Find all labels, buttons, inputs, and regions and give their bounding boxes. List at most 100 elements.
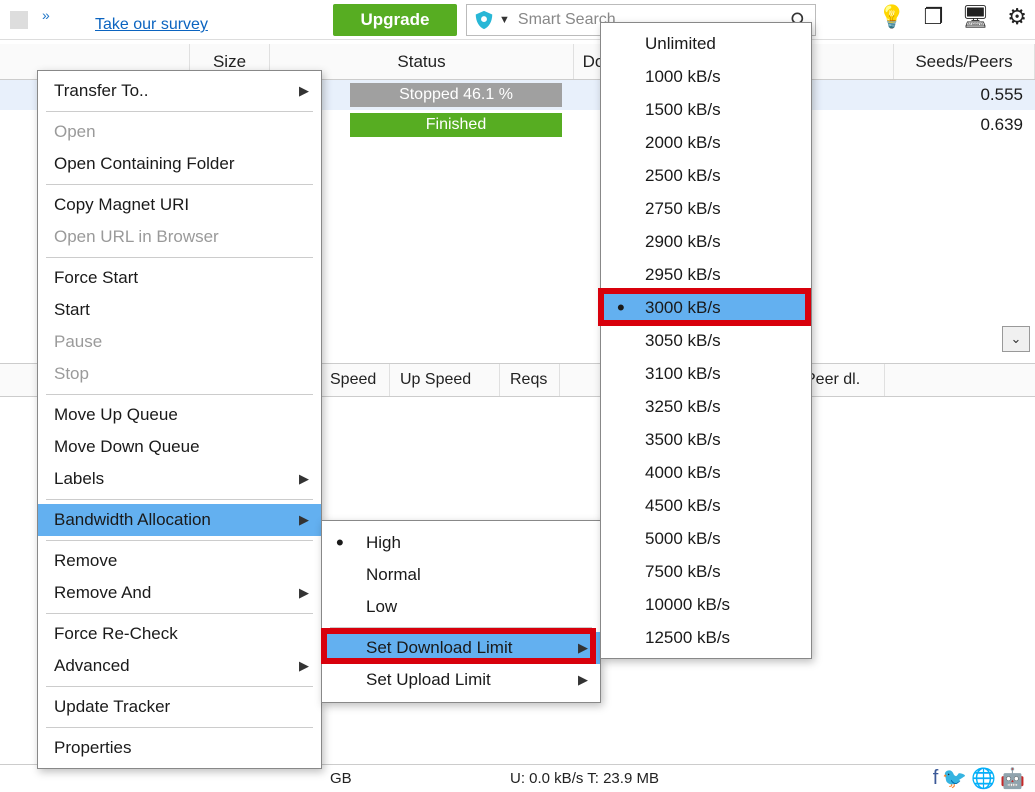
speed-option-label: 3100 kB/s — [645, 364, 721, 384]
menu-force-recheck[interactable]: Force Re-Check — [38, 618, 321, 650]
separator — [46, 111, 313, 112]
menu-properties[interactable]: Properties — [38, 732, 321, 764]
col-seeds[interactable]: Seeds/Peers — [894, 44, 1035, 79]
dropdown-caret-icon[interactable]: ▼ — [499, 14, 510, 26]
menu-speed-option[interactable]: 3050 kB/s — [601, 324, 811, 357]
menu-stop: Stop — [38, 358, 321, 390]
bulb-icon[interactable]: 💡 — [878, 6, 905, 28]
chevron-right-icon: ▶ — [578, 640, 588, 656]
menu-speed-option[interactable]: 4000 kB/s — [601, 456, 811, 489]
speed-option-label: 3000 kB/s — [645, 298, 721, 318]
seeds-value: 0.555 — [980, 85, 1023, 105]
menu-speed-option[interactable]: 2750 kB/s — [601, 192, 811, 225]
chevron-right-icon: ▶ — [578, 672, 588, 688]
menu-set-download-limit[interactable]: Set Download Limit▶ — [322, 632, 600, 664]
bandwidth-submenu: •High Normal Low Set Download Limit▶ Set… — [321, 520, 601, 703]
chevron-right-icon: ▶ — [299, 585, 309, 601]
menu-open-containing[interactable]: Open Containing Folder — [38, 148, 321, 180]
menu-speed-option[interactable]: 12500 kB/s — [601, 621, 811, 654]
menu-remove-and[interactable]: Remove And▶ — [38, 577, 321, 609]
app-icon — [10, 11, 28, 29]
speed-option-label: 2500 kB/s — [645, 166, 721, 186]
menu-low[interactable]: Low — [322, 591, 600, 623]
menu-move-up[interactable]: Move Up Queue — [38, 399, 321, 431]
menu-speed-option[interactable]: 3500 kB/s — [601, 423, 811, 456]
chat-icon[interactable]: ❐ — [924, 6, 944, 28]
menu-speed-option[interactable]: 2500 kB/s — [601, 159, 811, 192]
speed-option-label: 4000 kB/s — [645, 463, 721, 483]
menu-bandwidth-allocation[interactable]: Bandwidth Allocation▶ — [38, 504, 321, 536]
menu-labels[interactable]: Labels▶ — [38, 463, 321, 495]
toolbar: » Take our survey Upgrade ▼ Smart Search… — [0, 0, 1035, 40]
status-badge: Finished — [350, 113, 562, 137]
menu-speed-option[interactable]: 2950 kB/s — [601, 258, 811, 291]
speed-option-label: 7500 kB/s — [645, 562, 721, 582]
menu-remove[interactable]: Remove — [38, 545, 321, 577]
menu-move-down[interactable]: Move Down Queue — [38, 431, 321, 463]
menu-speed-option[interactable]: 7500 kB/s — [601, 555, 811, 588]
separator — [330, 627, 592, 628]
menu-speed-option[interactable]: 1000 kB/s — [601, 60, 811, 93]
menu-force-start[interactable]: Force Start — [38, 262, 321, 294]
speed-option-label: 10000 kB/s — [645, 595, 730, 615]
chevron-right-icon: ▶ — [299, 512, 309, 528]
menu-speed-option[interactable]: 2000 kB/s — [601, 126, 811, 159]
separator — [46, 727, 313, 728]
separator — [46, 613, 313, 614]
android-icon[interactable]: 🤖 — [1000, 766, 1025, 791]
separator — [46, 257, 313, 258]
col-speed[interactable]: Speed — [320, 364, 390, 396]
speed-option-label: 3250 kB/s — [645, 397, 721, 417]
col-up-speed[interactable]: Up Speed — [390, 364, 500, 396]
menu-speed-option[interactable]: 1500 kB/s — [601, 93, 811, 126]
menu-speed-option[interactable]: 2900 kB/s — [601, 225, 811, 258]
menu-speed-option[interactable]: 5000 kB/s — [601, 522, 811, 555]
menu-speed-option[interactable]: Unlimited — [601, 27, 811, 60]
social-icons: f 🐦 🌐 🤖 — [933, 766, 1025, 791]
twitter-icon[interactable]: 🐦 — [942, 766, 967, 791]
menu-high[interactable]: •High — [322, 527, 600, 559]
menu-advanced[interactable]: Advanced▶ — [38, 650, 321, 682]
status-gb: GB — [330, 770, 352, 787]
menu-speed-option[interactable]: 10000 kB/s — [601, 588, 811, 621]
speed-option-label: 2950 kB/s — [645, 265, 721, 285]
status-upload: U: 0.0 kB/s T: 23.9 MB — [510, 770, 659, 787]
globe-icon[interactable]: 🌐 — [971, 766, 996, 791]
seeds-value: 0.639 — [980, 115, 1023, 135]
expand-button[interactable]: ⌄ — [1002, 326, 1030, 352]
menu-copy-magnet[interactable]: Copy Magnet URI — [38, 189, 321, 221]
status-badge: Stopped 46.1 % — [350, 83, 562, 107]
speed-option-label: 3050 kB/s — [645, 331, 721, 351]
menu-speed-option[interactable]: •3000 kB/s — [601, 291, 811, 324]
speed-option-label: 1500 kB/s — [645, 100, 721, 120]
menu-transfer-to[interactable]: Transfer To..▶ — [38, 75, 321, 107]
menu-set-upload-limit[interactable]: Set Upload Limit▶ — [322, 664, 600, 696]
speed-option-label: 3500 kB/s — [645, 430, 721, 450]
survey-link[interactable]: Take our survey — [95, 16, 208, 34]
menu-pause: Pause — [38, 326, 321, 358]
facebook-icon[interactable]: f — [933, 767, 939, 790]
toolbar-icons: 💡 ❐ 🖥 ⚙ — [878, 6, 1027, 28]
menu-speed-option[interactable]: 4500 kB/s — [601, 489, 811, 522]
speed-option-label: 1000 kB/s — [645, 67, 721, 87]
shield-icon — [473, 9, 495, 31]
menu-open-url: Open URL in Browser — [38, 221, 321, 253]
menu-normal[interactable]: Normal — [322, 559, 600, 591]
menu-speed-option[interactable]: 3100 kB/s — [601, 357, 811, 390]
speed-option-label: 12500 kB/s — [645, 628, 730, 648]
separator — [46, 686, 313, 687]
chevron-right-icon: ▶ — [299, 83, 309, 99]
speed-option-label: Unlimited — [645, 34, 716, 54]
menu-start[interactable]: Start — [38, 294, 321, 326]
context-menu: Transfer To..▶ Open Open Containing Fold… — [37, 70, 322, 769]
menu-update-tracker[interactable]: Update Tracker — [38, 691, 321, 723]
menu-speed-option[interactable]: 3250 kB/s — [601, 390, 811, 423]
monitor-icon[interactable]: 🖥 — [961, 6, 989, 28]
gear-icon[interactable]: ⚙ — [1007, 6, 1027, 28]
upgrade-button[interactable]: Upgrade — [333, 4, 457, 36]
separator — [46, 394, 313, 395]
speed-limit-submenu: Unlimited 1000 kB/s 1500 kB/s 2000 kB/s 2500… — [600, 22, 812, 659]
chevron-right-icon: ▶ — [299, 658, 309, 674]
speed-option-label: 4500 kB/s — [645, 496, 721, 516]
col-reqs[interactable]: Reqs — [500, 364, 560, 396]
